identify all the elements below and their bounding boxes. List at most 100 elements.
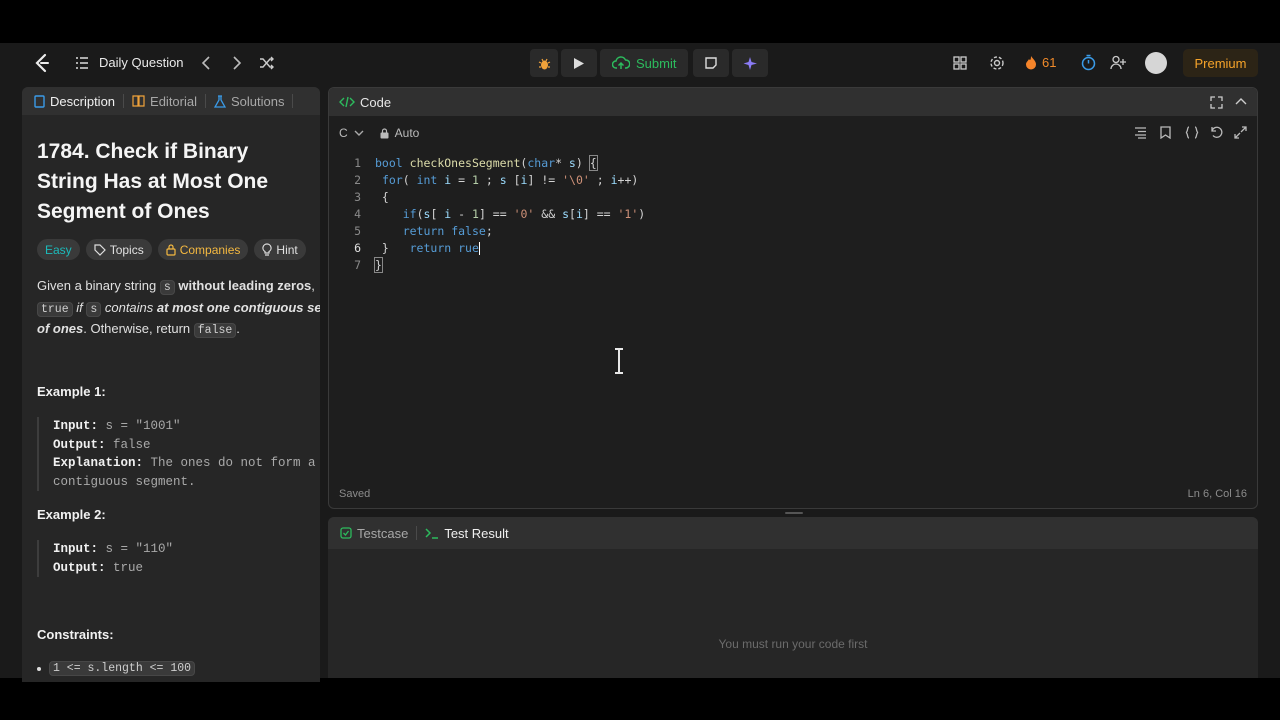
tab-divider [205, 94, 206, 108]
chevron-left-icon[interactable] [201, 56, 211, 70]
line-number: 6 [354, 241, 361, 255]
timer-icon[interactable] [1081, 54, 1096, 71]
tab-testcase-label: Testcase [357, 525, 409, 541]
language-selector[interactable]: C [339, 126, 348, 140]
constraints-heading: Constraints: [37, 627, 114, 642]
code-icon [339, 96, 355, 108]
editor-toolbar: C Auto [329, 116, 1257, 150]
code-line: } return rue [375, 241, 480, 255]
note-icon [705, 57, 718, 69]
problem-description: Given a binary string s without leading … [37, 276, 320, 341]
premium-button[interactable]: Premium [1183, 49, 1258, 77]
notes-button[interactable] [693, 49, 730, 77]
submit-button[interactable]: Submit [600, 49, 689, 77]
chevron-right-icon[interactable] [232, 56, 242, 70]
example-1-heading: Example 1: [37, 384, 106, 399]
text-cursor-icon [615, 348, 623, 374]
run-prompt-message: You must run your code first [718, 637, 868, 651]
tab-solutions-label: Solutions [231, 93, 285, 109]
example-line: Input: s = "1001" [53, 417, 316, 436]
description-text: , [311, 278, 315, 293]
example-line: Output: false [53, 436, 316, 455]
collapse-icon[interactable] [1235, 97, 1247, 107]
example-label: Input: [53, 542, 99, 556]
top-bar: Daily Question Submit 61 Premium [0, 43, 1280, 83]
format-icon[interactable] [1134, 127, 1147, 139]
tab-divider [123, 94, 125, 108]
tab-test-result[interactable]: Test Result [425, 526, 509, 541]
problem-tags: Easy Topics Companies Hint [37, 239, 306, 260]
constraint-item: 1 <= s.length <= 100 [37, 661, 196, 676]
problem-title: 1784. Check if Binary String Has at Most… [37, 140, 269, 223]
line-number: 4 [354, 207, 361, 221]
braces-icon[interactable] [1185, 126, 1199, 139]
fullscreen-icon[interactable] [1234, 126, 1247, 139]
lightbulb-icon [262, 243, 273, 256]
book-icon [132, 95, 145, 107]
example-value: false [105, 437, 151, 452]
code-line: { [375, 190, 389, 204]
tab-divider [292, 94, 294, 108]
tab-editorial-label: Editorial [150, 93, 197, 109]
problem-list-button[interactable]: Daily Question [75, 55, 184, 70]
bookmark-icon[interactable] [1160, 126, 1171, 139]
ai-assist-button[interactable] [732, 49, 769, 77]
chevron-down-icon[interactable] [354, 129, 364, 137]
editor-status-bar: Saved Ln 6, Col 16 [329, 480, 1257, 508]
mode-label[interactable]: Auto [395, 126, 420, 140]
inline-code: s [159, 280, 175, 295]
hint-tag[interactable]: Hint [254, 239, 306, 260]
debug-icon [538, 58, 550, 69]
app-window: Daily Question Submit 61 Premium Descrip… [0, 43, 1280, 682]
description-text: . Otherwise, return [83, 321, 194, 336]
grid-icon[interactable] [953, 56, 967, 70]
resize-handle[interactable] [785, 512, 803, 514]
line-number: 7 [354, 258, 361, 272]
test-panel: Testcase Test Result You must run your c… [328, 517, 1258, 678]
avatar[interactable] [1145, 52, 1167, 74]
example-value: true [105, 560, 144, 575]
code-panel-title: Code [360, 94, 392, 110]
tab-description[interactable]: Description [34, 94, 123, 109]
code-editor[interactable]: 1 2 3 4 5 6 7 bool checkOnesSegment(char… [329, 150, 1249, 450]
description-bold: at most one contiguous se [156, 299, 320, 315]
description-text: Given a binary string [37, 278, 160, 293]
tab-editorial[interactable]: Editorial [132, 94, 205, 109]
streak-counter[interactable]: 61 [1025, 55, 1056, 70]
reset-icon[interactable] [1210, 126, 1223, 139]
description-line: true if s contains at most one contiguou… [37, 298, 320, 320]
code-line: bool checkOnesSegment(char* s) { [375, 155, 598, 171]
companies-tag[interactable]: Companies [157, 239, 249, 260]
run-button[interactable] [561, 49, 597, 77]
description-text: . [236, 321, 240, 336]
expand-icon[interactable] [1210, 96, 1223, 109]
hint-label: Hint [276, 242, 298, 257]
companies-label: Companies [179, 242, 241, 257]
sparkle-icon [743, 56, 757, 70]
example-line: contiguous segment. [53, 474, 196, 489]
topics-label: Topics [109, 242, 144, 257]
inline-code: s [86, 301, 102, 317]
example-2-block: Input: s = "110" Output: true [37, 540, 173, 577]
description-tabs: Description Editorial Solutions [22, 87, 320, 115]
logo-icon[interactable] [33, 53, 51, 73]
tab-solutions[interactable]: Solutions [214, 94, 292, 109]
example-line: Output: true [53, 559, 173, 578]
example-line: Explanation: The ones do not form a [53, 454, 316, 473]
line-number: 2 [354, 173, 361, 187]
topics-tag[interactable]: Topics [85, 239, 152, 260]
description-panel: Description Editorial Solutions 1784. Ch… [22, 87, 320, 682]
streak-count: 61 [1042, 55, 1057, 70]
tab-description-label: Description [50, 93, 116, 109]
gear-icon[interactable] [989, 55, 1005, 71]
save-status: Saved [339, 488, 371, 500]
shuffle-icon[interactable] [259, 55, 275, 71]
add-user-icon[interactable] [1110, 55, 1127, 70]
nav-title: Daily Question [99, 55, 184, 70]
debug-button[interactable] [530, 49, 558, 77]
difficulty-badge[interactable]: Easy [37, 239, 80, 260]
tab-testcase[interactable]: Testcase [340, 526, 408, 541]
tag-icon [94, 243, 106, 256]
example-label: Explanation: [53, 456, 144, 470]
play-icon [574, 57, 584, 69]
